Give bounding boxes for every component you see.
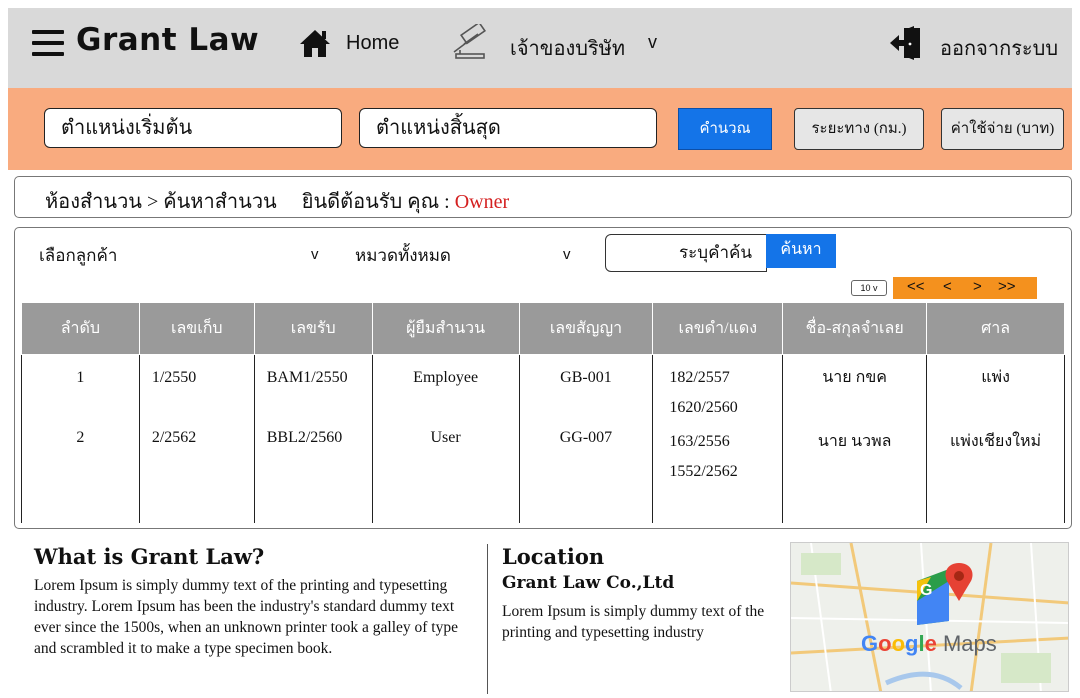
end-location-input[interactable]: ตำแหน่งสิ้นสุด bbox=[359, 108, 657, 148]
location-text: Lorem Ipsum is simply dummy text of the … bbox=[502, 603, 765, 641]
search-input[interactable]: ระบุคำค้น bbox=[605, 234, 767, 272]
cell-case-no: 163/2556 bbox=[669, 433, 730, 450]
home-icon[interactable] bbox=[298, 28, 332, 58]
brand-logo[interactable]: Grant Law bbox=[76, 22, 259, 58]
column-header[interactable]: เลขรับ bbox=[253, 302, 373, 355]
pagination: << < > >> bbox=[893, 277, 1037, 299]
column-header[interactable]: เลขดำ/แดง bbox=[652, 302, 784, 355]
maps-pin-icon: G bbox=[917, 563, 973, 625]
cost-output: ค่าใช้จ่าย (บาท) bbox=[941, 108, 1064, 150]
cases-table: ลำดับ เลขเก็บ เลขรับ ผู้ยืมสำนวน เลขสัญญ… bbox=[21, 302, 1065, 523]
about-text: Lorem Ipsum is simply dummy text of the … bbox=[34, 577, 458, 657]
distance-output: ระยะทาง (กม.) bbox=[794, 108, 924, 150]
column-header[interactable]: ชื่อ-สกุลจำเลย bbox=[782, 302, 928, 355]
welcome-text: ยินดีต้อนรับ คุณ : bbox=[301, 191, 450, 213]
breadcrumb-bar: ห้องสำนวน > ค้นหาสำนวน ยินดีต้อนรับ คุณ … bbox=[14, 176, 1072, 218]
column-header[interactable]: เลขเก็บ bbox=[138, 302, 255, 355]
breadcrumb: ห้องสำนวน > ค้นหาสำนวน ยินดีต้อนรับ คุณ … bbox=[45, 185, 509, 217]
map-label: Google Maps bbox=[861, 631, 997, 656]
start-location-input[interactable]: ตำแหน่งเริ่มต้น bbox=[44, 108, 342, 148]
cell-store-no: 2/2562 bbox=[151, 429, 197, 446]
column-header[interactable]: ศาล bbox=[926, 302, 1065, 355]
cell-receive-no: BBL2/2560 bbox=[266, 429, 343, 446]
next-page-button[interactable]: > bbox=[973, 278, 982, 295]
gavel-icon bbox=[453, 24, 486, 59]
breadcrumb-path[interactable]: ห้องสำนวน > ค้นหาสำนวน bbox=[45, 191, 277, 213]
cell-court: แพ่งเชียงใหม่ bbox=[949, 433, 1042, 450]
section-divider bbox=[487, 544, 488, 694]
cell-defendant: นาย นวพล bbox=[817, 433, 892, 450]
route-bar: ตำแหน่งเริ่มต้น ตำแหน่งสิ้นสุด คำนวณ ระย… bbox=[8, 88, 1072, 170]
calculate-button[interactable]: คำนวณ bbox=[678, 108, 772, 150]
owner-menu[interactable]: เจ้าของบริษัท bbox=[510, 32, 625, 64]
user-name: Owner bbox=[454, 191, 510, 213]
cell-store-no: 1/2550 bbox=[151, 369, 197, 386]
home-link[interactable]: Home bbox=[346, 32, 399, 55]
last-page-button[interactable]: >> bbox=[998, 278, 1016, 295]
table-row[interactable]: 2 2/2562 BBL2/2560 User GG-007 163/2556 … bbox=[21, 423, 1065, 487]
case-search-panel: เลือกลูกค้า v หมวดทั้งหมด v ระบุคำค้น ค้… bbox=[14, 227, 1072, 529]
customer-chevron-icon[interactable]: v bbox=[311, 246, 319, 263]
google-maps-image[interactable]: G Google Maps bbox=[790, 542, 1069, 692]
company-name: Grant Law Co.,Ltd bbox=[502, 573, 675, 593]
cell-court: แพ่ง bbox=[981, 369, 1010, 386]
logout-link[interactable]: ออกจากระบบ bbox=[940, 32, 1058, 64]
search-button[interactable]: ค้นหา bbox=[766, 234, 836, 268]
top-header: Grant Law Home เจ้าของบริษัท v ออกจากระบ… bbox=[8, 8, 1072, 88]
cell-contract-no: GG-007 bbox=[559, 429, 613, 446]
location-title: Location bbox=[502, 544, 605, 569]
category-select[interactable]: หมวดทั้งหมด bbox=[355, 242, 451, 269]
table-header-row: ลำดับ เลขเก็บ เลขรับ ผู้ยืมสำนวน เลขสัญญ… bbox=[21, 302, 1065, 355]
first-page-button[interactable]: << bbox=[907, 278, 925, 295]
cell-contract-no: GB-001 bbox=[560, 369, 612, 386]
column-header[interactable]: เลขสัญญา bbox=[518, 302, 654, 355]
category-chevron-icon[interactable]: v bbox=[563, 246, 571, 263]
table-row-empty bbox=[21, 487, 1065, 523]
cell-borrower: Employee bbox=[413, 369, 479, 386]
prev-page-button[interactable]: < bbox=[943, 278, 952, 295]
cell-no: 2 bbox=[76, 429, 85, 446]
owner-menu-chevron-icon[interactable]: v bbox=[648, 32, 657, 53]
customer-select[interactable]: เลือกลูกค้า bbox=[39, 242, 117, 269]
location-section: Location Grant Law Co.,Ltd Lorem Ipsum i… bbox=[502, 544, 772, 643]
cell-no: 1 bbox=[76, 369, 85, 386]
cell-case-no: 182/2557 bbox=[669, 369, 730, 386]
table-row[interactable]: 1 1/2550 BAM1/2550 Employee GB-001 182/2… bbox=[21, 354, 1065, 423]
about-title: What is Grant Law? bbox=[34, 544, 265, 569]
about-section: What is Grant Law? Lorem Ipsum is simply… bbox=[34, 544, 474, 659]
logout-icon[interactable] bbox=[888, 26, 924, 60]
hamburger-icon[interactable] bbox=[32, 30, 64, 56]
svg-text:G: G bbox=[920, 582, 932, 599]
column-header[interactable]: ลำดับ bbox=[21, 302, 140, 355]
page-size-select[interactable]: 10 v bbox=[851, 280, 887, 296]
cell-borrower: User bbox=[430, 429, 461, 446]
cell-receive-no: BAM1/2550 bbox=[266, 369, 348, 386]
cell-defendant: นาย กขค bbox=[822, 369, 887, 386]
column-header[interactable]: ผู้ยืมสำนวน bbox=[371, 302, 520, 355]
cell-case-no: 1552/2562 bbox=[669, 463, 738, 480]
cell-case-no: 1620/2560 bbox=[669, 399, 738, 416]
